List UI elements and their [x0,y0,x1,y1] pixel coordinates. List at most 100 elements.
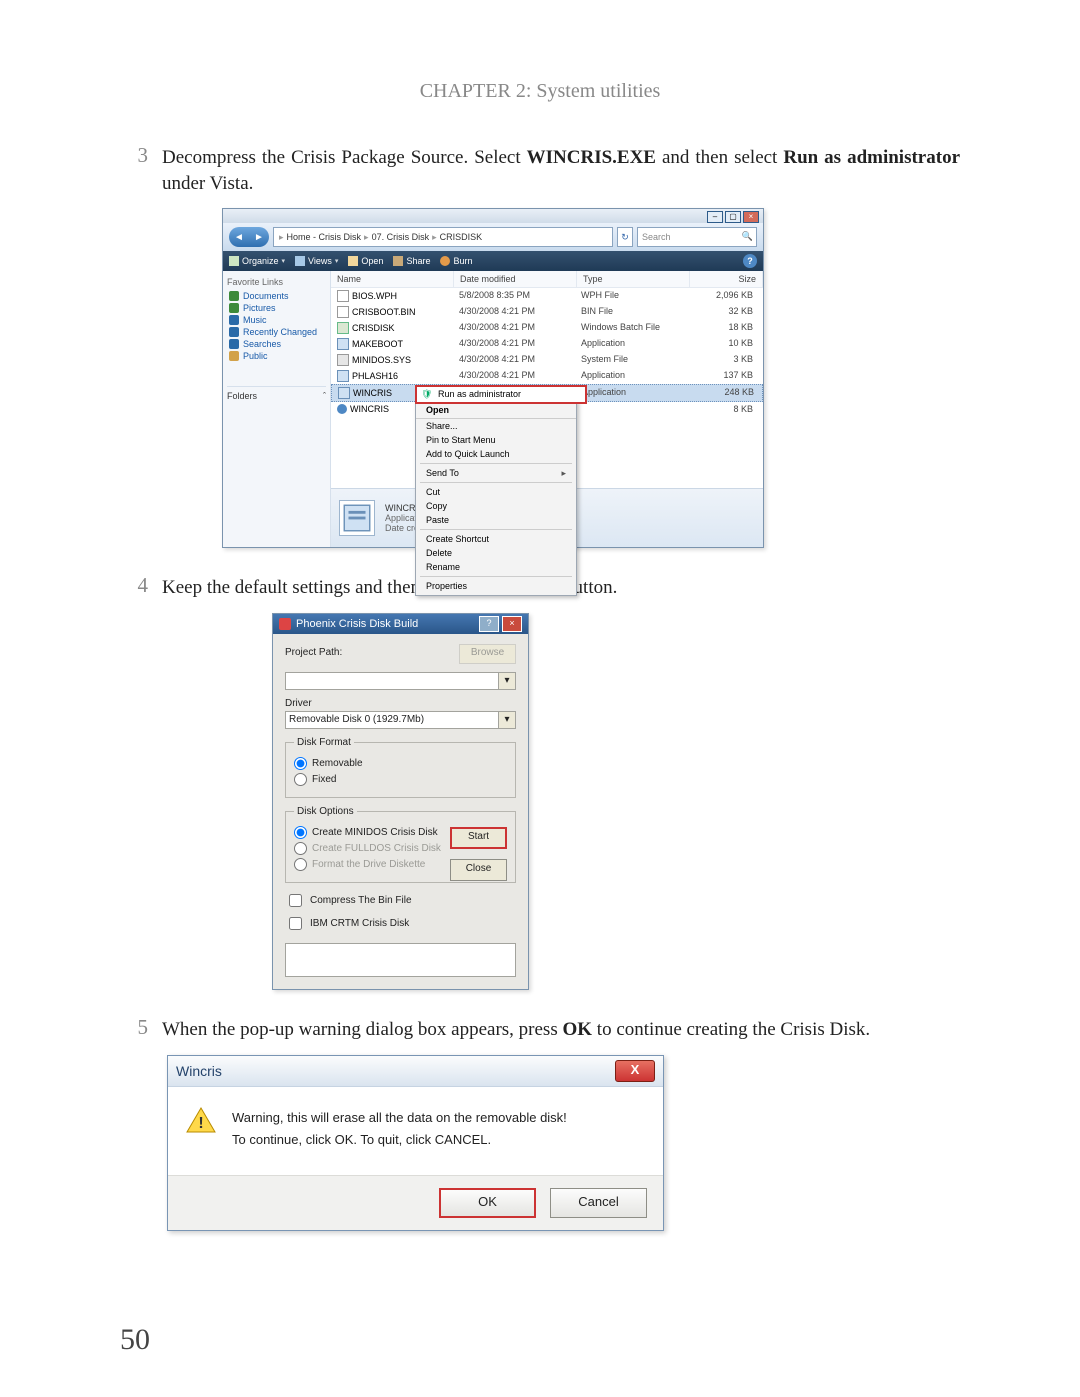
phoenix-dialog: Phoenix Crisis Disk Build ? × Project Pa… [272,613,529,990]
explorer-window: – ▢ × ◄ ► ▸ Home - Crisis Disk ▸ 07. Cri… [222,208,764,548]
nav-group-title: Favorite Links [227,277,326,287]
nav-item-searches[interactable]: Searches [227,338,326,350]
page-number: 50 [120,1323,150,1357]
folders-toggle[interactable]: Folders ˆ [227,386,326,401]
search-icon: 🔍 [742,231,753,242]
chevron-up-icon: ˆ [323,391,326,401]
organize-icon [229,256,239,266]
disk-options-group: Disk Options Create MINIDOS Crisis Disk … [285,806,516,883]
forward-icon: ► [254,232,264,243]
close-button[interactable]: Close [450,859,507,881]
check-compress[interactable]: Compress The Bin File [285,891,516,910]
phoenix-close-button[interactable]: × [502,616,522,632]
maximize-button[interactable]: ▢ [725,211,741,223]
ctx-paste[interactable]: Paste [416,513,576,527]
file-area: Name Date modified Type Size BIOS.WPH5/8… [331,271,763,547]
chevron-right-icon: ▸ [561,468,566,479]
ctx-create-shortcut[interactable]: Create Shortcut [416,532,576,546]
search-input[interactable]: Search 🔍 [637,227,757,247]
refresh-button[interactable]: ↻ [617,227,633,247]
driver-dropdown[interactable]: Removable Disk 0 (1929.7Mb) ▾ [285,711,516,729]
file-row[interactable]: MAKEBOOT4/30/2008 4:21 PMApplication10 K… [331,336,763,352]
nav-item-documents[interactable]: Documents [227,290,326,302]
tb-share[interactable]: Share [393,256,430,266]
app-icon [337,370,349,382]
tb-views[interactable]: Views▾ [295,256,338,266]
ctx-rename[interactable]: Rename [416,560,576,574]
start-button[interactable]: Start [450,827,507,849]
search-icon [229,339,239,349]
nav-bar: ◄ ► ▸ Home - Crisis Disk ▸ 07. Crisis Di… [223,223,763,251]
disk-format-group: Disk Format Removable Fixed [285,737,516,798]
crumb-1[interactable]: 07. Crisis Disk [370,232,432,242]
details-app-icon [339,500,375,536]
file-row[interactable]: CRISBOOT.BIN4/30/2008 4:21 PMBIN File32 … [331,304,763,320]
ctx-delete[interactable]: Delete [416,546,576,560]
ctx-open[interactable]: Open [416,403,576,419]
warning-icon: ! [186,1107,216,1133]
breadcrumb[interactable]: ▸ Home - Crisis Disk ▸ 07. Crisis Disk ▸… [273,227,613,247]
project-path-dropdown[interactable]: ▾ [285,672,516,690]
ctx-share-[interactable]: Share... [416,419,576,433]
nav-back-forward[interactable]: ◄ ► [229,227,269,247]
public-icon [229,351,239,361]
step-5-text: When the pop-up warning dialog box appea… [162,1015,960,1043]
chapter-header: CHAPTER 2: System utilities [120,80,960,103]
driver-label: Driver [285,698,516,709]
file-row[interactable]: PHLASH164/30/2008 4:21 PMApplication137 … [331,368,763,384]
explorer-toolbar: Organize▾ Views▾ Open Share Burn [223,251,763,271]
sys-icon [337,354,349,366]
phoenix-help-button[interactable]: ? [479,616,499,632]
wincris-titlebar: Wincris X [168,1056,663,1087]
nav-item-public[interactable]: Public [227,350,326,362]
crumb-0[interactable]: Home - Crisis Disk [285,232,364,242]
file-list: BIOS.WPH5/8/2008 8:35 PMWPH File2,096 KB… [331,288,763,488]
tb-burn[interactable]: Burn [440,256,472,266]
close-button[interactable]: × [743,211,759,223]
help-icon [337,404,347,414]
chevron-down-icon: ▾ [498,673,515,689]
radio-removable[interactable]: Removable [294,757,507,770]
ctx-properties[interactable]: Properties [416,579,576,593]
cancel-button[interactable]: Cancel [550,1188,647,1218]
context-menu: Open Share...Pin to Start MenuAdd to Qui… [415,400,577,596]
wincris-close-button[interactable]: X [615,1060,655,1082]
figure-wincris: Wincris X ! Warning, this will erase all… [162,1055,960,1231]
col-type[interactable]: Type [577,271,690,287]
file-header: Name Date modified Type Size [331,271,763,288]
chevron-down-icon: ▾ [498,712,515,728]
ok-button[interactable]: OK [439,1188,536,1218]
app-icon [338,387,350,399]
nav-item-recently-changed[interactable]: Recently Changed [227,326,326,338]
browse-button[interactable]: Browse [459,644,516,664]
nav-pane: Favorite Links DocumentsPicturesMusicRec… [223,271,331,547]
ctx-pin-to-start-menu[interactable]: Pin to Start Menu [416,433,576,447]
ctx-sendto[interactable]: Send To ▸ [416,466,576,480]
file-row[interactable]: CRISDISK4/30/2008 4:21 PMWindows Batch F… [331,320,763,336]
col-name[interactable]: Name [331,271,454,287]
crumb-2[interactable]: CRISDISK [438,232,485,242]
help-button[interactable]: ? [743,254,757,268]
nav-item-pictures[interactable]: Pictures [227,302,326,314]
col-size[interactable]: Size [690,271,763,287]
ctx-run-as-admin[interactable]: 🛡 Run as administrator [415,385,587,404]
phoenix-titlebar: Phoenix Crisis Disk Build ? × [273,614,528,634]
ctx-add-to-quick-launch[interactable]: Add to Quick Launch [416,447,576,461]
file-row[interactable]: MINIDOS.SYS4/30/2008 4:21 PMSystem File3… [331,352,763,368]
file-row[interactable]: BIOS.WPH5/8/2008 8:35 PMWPH File2,096 KB [331,288,763,304]
nav-item-music[interactable]: Music [227,314,326,326]
burn-icon [440,256,450,266]
radio-fixed[interactable]: Fixed [294,773,507,786]
check-ibm-crtm[interactable]: IBM CRTM Crisis Disk [285,914,516,933]
minimize-button[interactable]: – [707,211,723,223]
status-box [285,943,516,977]
ctx-copy[interactable]: Copy [416,499,576,513]
step-3: 3 Decompress the Crisis Package Source. … [120,143,960,196]
tb-organize[interactable]: Organize▾ [229,256,285,266]
ctx-cut[interactable]: Cut [416,485,576,499]
recent-icon [229,327,239,337]
tb-open[interactable]: Open [348,256,383,266]
step-3-number: 3 [120,143,162,196]
col-date[interactable]: Date modified [454,271,577,287]
views-icon [295,256,305,266]
